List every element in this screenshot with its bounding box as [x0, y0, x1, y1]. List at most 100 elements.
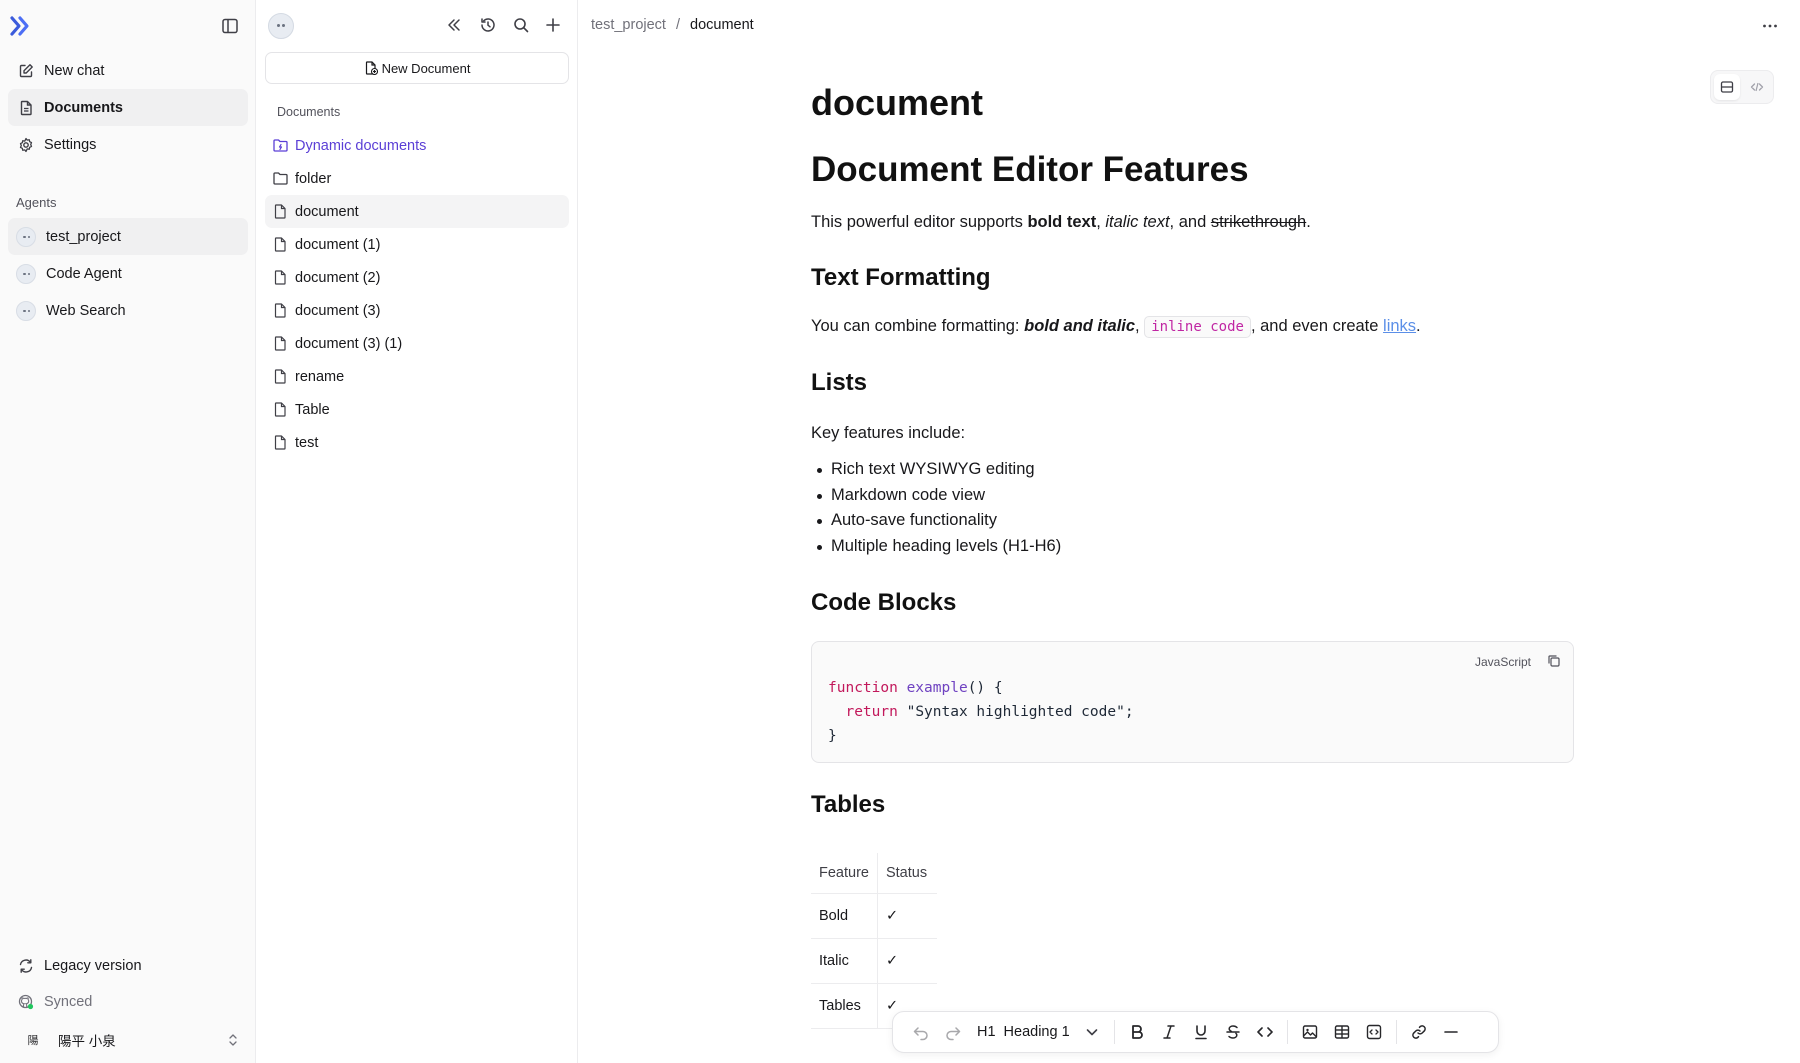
- table-cell[interactable]: Tables: [811, 983, 878, 1029]
- italic-button[interactable]: [1153, 1016, 1185, 1048]
- table-cell[interactable]: Bold: [811, 893, 878, 939]
- document-title[interactable]: document: [811, 82, 1571, 132]
- code-language-label[interactable]: JavaScript: [1475, 655, 1531, 669]
- app-logo-icon[interactable]: [9, 14, 33, 38]
- undo-button[interactable]: [905, 1016, 937, 1048]
- tree-item-label: document: [295, 203, 359, 220]
- insert-table-button[interactable]: [1326, 1016, 1358, 1048]
- refresh-icon: [19, 959, 33, 973]
- tree-item-test[interactable]: test: [265, 426, 569, 459]
- list-item: Multiple heading levels (H1-H6): [811, 534, 1571, 560]
- tree-item-document-3[interactable]: document (3): [265, 294, 569, 327]
- strikethrough-text: strikethrough: [1210, 213, 1307, 231]
- formatting-toolbar: H1 Heading 1: [892, 1011, 1499, 1053]
- agent-item-test-project[interactable]: test_project: [8, 218, 248, 255]
- tree-item-folder[interactable]: folder: [265, 162, 569, 195]
- table-header-row: Feature Status: [811, 853, 938, 894]
- avatar: 陽: [27, 1035, 39, 1047]
- code-block[interactable]: JavaScript function example() { return "…: [811, 641, 1574, 763]
- search-documents-button[interactable]: [511, 15, 531, 35]
- tree-item-label: folder: [295, 170, 332, 187]
- redo-button[interactable]: [937, 1016, 969, 1048]
- list-item: Auto-save functionality: [811, 508, 1571, 534]
- copy-icon[interactable]: [1547, 654, 1561, 668]
- code-block-icon: [1366, 1024, 1381, 1040]
- table-header-cell[interactable]: Status: [877, 853, 938, 894]
- sync-status: Synced: [8, 984, 248, 1020]
- code-string: "Syntax highlighted code";: [897, 704, 1134, 720]
- add-document-button[interactable]: [543, 15, 563, 35]
- code-keyword: return: [845, 704, 898, 720]
- text-run: ,: [1135, 317, 1145, 335]
- tree-item-document-2[interactable]: document (2): [265, 261, 569, 294]
- legacy-version-link[interactable]: Legacy version: [8, 948, 248, 984]
- agent-avatar-icon[interactable]: [268, 13, 294, 39]
- insert-code-block-button[interactable]: [1358, 1016, 1390, 1048]
- wysiwyg-view-button[interactable]: [1714, 74, 1740, 100]
- toolbar-divider: [1286, 1020, 1288, 1044]
- breadcrumb: test_project / document: [591, 17, 754, 33]
- more-options-icon[interactable]: [1760, 16, 1780, 36]
- heading-level-dropdown[interactable]: H1 Heading 1: [969, 1016, 1108, 1048]
- agents-list: test_project Code Agent Web Search: [8, 218, 248, 329]
- strikethrough-button[interactable]: [1217, 1016, 1249, 1048]
- tree-item-document-1[interactable]: document (1): [265, 228, 569, 261]
- agent-label: test_project: [46, 228, 121, 245]
- nav-settings[interactable]: Settings: [8, 126, 248, 163]
- hyperlink[interactable]: links: [1383, 317, 1416, 335]
- dynamic-folder-icon: [273, 139, 288, 152]
- nav-documents[interactable]: Documents: [8, 89, 248, 126]
- table-cell[interactable]: ✓: [877, 893, 938, 939]
- user-menu[interactable]: 陽 陽平 小泉: [8, 1020, 248, 1060]
- user-name: 陽平 小泉: [58, 1034, 116, 1049]
- tree-item-label: Table: [295, 401, 330, 418]
- tree-item-rename[interactable]: rename: [265, 360, 569, 393]
- insert-link-button[interactable]: [1403, 1016, 1435, 1048]
- toolbar-divider: [1113, 1020, 1115, 1044]
- tree-item-document[interactable]: document: [265, 195, 569, 228]
- table-cell[interactable]: Italic: [811, 938, 878, 984]
- sidebar-footer: Legacy version Synced 陽 陽平 小泉: [8, 948, 248, 1060]
- horizontal-rule-button[interactable]: [1435, 1016, 1467, 1048]
- bold-icon: [1131, 1025, 1143, 1039]
- tree-item-table[interactable]: Table: [265, 393, 569, 426]
- new-document-button[interactable]: New Document: [265, 52, 569, 84]
- chevron-up-down-icon: [229, 1034, 237, 1046]
- tree-item-label: document (3): [295, 302, 381, 319]
- text-run: .: [1306, 213, 1311, 231]
- heading-code-blocks: Code Blocks: [811, 589, 957, 616]
- agent-item-code-agent[interactable]: Code Agent: [8, 255, 248, 292]
- collapse-panel-button[interactable]: [444, 15, 464, 35]
- tree-item-dynamic-documents[interactable]: Dynamic documents: [265, 129, 569, 162]
- list-item: Rich text WYSIWYG editing: [811, 457, 1571, 483]
- bold-button[interactable]: [1121, 1016, 1153, 1048]
- sidebar-toggle-icon[interactable]: [220, 16, 240, 36]
- agent-label: Code Agent: [46, 265, 122, 282]
- code-icon: [1750, 82, 1764, 92]
- nav-new-chat[interactable]: New chat: [8, 52, 248, 89]
- file-icon: [274, 270, 286, 285]
- table-header-cell[interactable]: Feature: [811, 853, 878, 894]
- agent-item-web-search[interactable]: Web Search: [8, 292, 248, 329]
- inline-code-button[interactable]: [1249, 1016, 1281, 1048]
- code-view-button[interactable]: [1744, 74, 1770, 100]
- history-button[interactable]: [478, 15, 498, 35]
- new-document-label: New Document: [381, 60, 471, 76]
- list-item: Markdown code view: [811, 483, 1571, 509]
- folder-icon: [273, 172, 288, 185]
- table-icon: [1334, 1025, 1349, 1039]
- strikethrough-icon: [1225, 1025, 1240, 1039]
- breadcrumb-project[interactable]: test_project: [591, 17, 666, 33]
- file-icon: [274, 303, 286, 318]
- undo-icon: [913, 1027, 928, 1041]
- document-content[interactable]: document Document Editor Features This p…: [811, 82, 1574, 1029]
- gear-icon: [19, 137, 33, 152]
- underline-button[interactable]: [1185, 1016, 1217, 1048]
- tree-item-document-3-1[interactable]: document (3) (1): [265, 327, 569, 360]
- nav-label: Settings: [44, 136, 97, 153]
- table-cell[interactable]: ✓: [877, 938, 938, 984]
- insert-image-button[interactable]: [1294, 1016, 1326, 1048]
- tree-item-label: document (2): [295, 269, 381, 286]
- tree-item-label: document (3) (1): [295, 335, 403, 352]
- inline-code: inline code: [1144, 316, 1251, 338]
